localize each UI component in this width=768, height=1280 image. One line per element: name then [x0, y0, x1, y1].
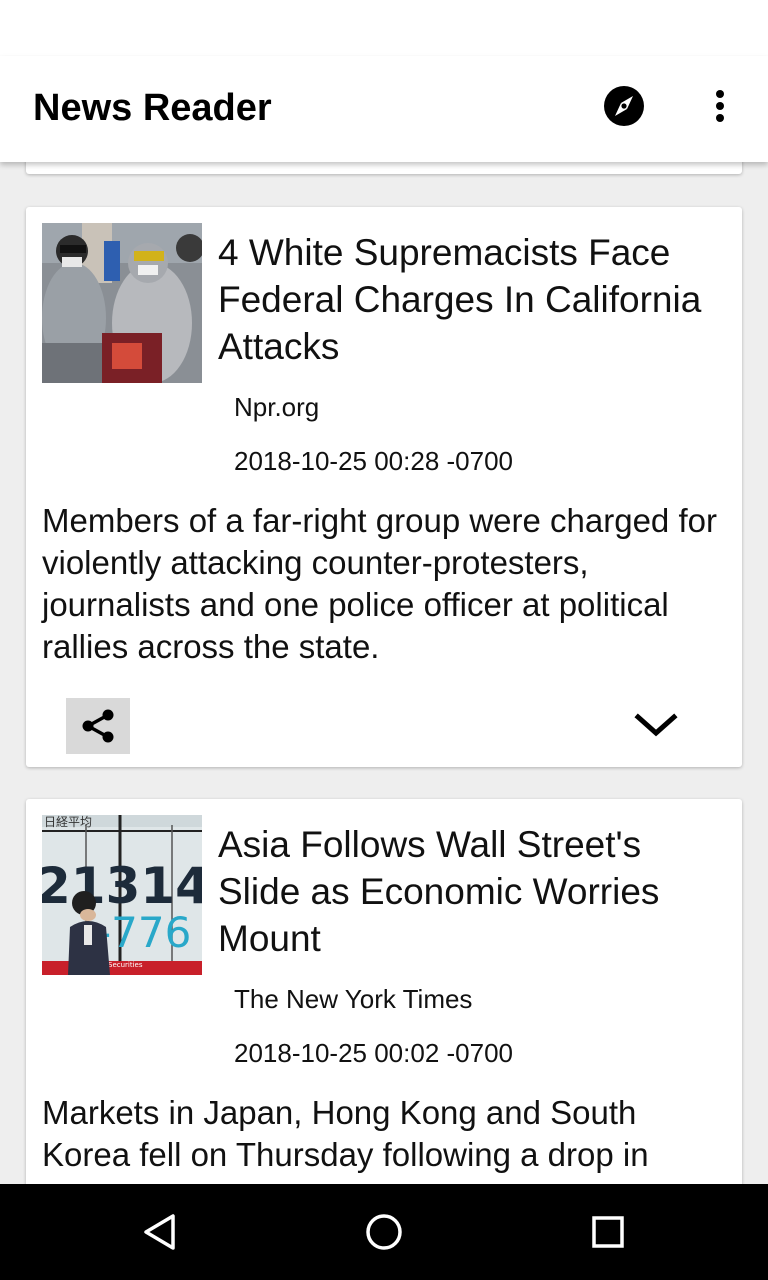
article-source: The New York Times	[234, 984, 473, 1014]
article-thumbnail[interactable]: 日経平均 21314. -776 Securities	[42, 815, 202, 975]
article-headline[interactable]: 4 White Supremacists Face Federal Charge…	[218, 229, 728, 370]
more-vert-icon	[716, 90, 724, 122]
back-triangle-icon	[144, 1214, 175, 1250]
app-title: News Reader	[33, 87, 272, 129]
article-summary: Members of a far-right group were charge…	[42, 502, 717, 665]
share-icon	[82, 709, 114, 743]
stock-board-change-text: -776	[96, 908, 191, 957]
home-circle-icon	[366, 1214, 402, 1250]
overflow-menu-button[interactable]	[696, 82, 744, 130]
article-headline[interactable]: Asia Follows Wall Street's Slide as Econ…	[218, 821, 728, 962]
stock-board-top-text: 日経平均	[44, 815, 92, 829]
share-button[interactable]	[66, 698, 130, 754]
recents-square-icon	[592, 1216, 624, 1248]
stock-board-main-text: 21314.	[42, 857, 202, 915]
status-bar	[0, 0, 768, 56]
article-card[interactable]: 4 White Supremacists Face Federal Charge…	[26, 207, 742, 767]
app-bar: News Reader	[0, 56, 768, 162]
article-thumbnail[interactable]	[42, 223, 202, 383]
compass-icon	[604, 86, 644, 126]
article-date: 2018-10-25 00:28 -0700	[234, 446, 514, 476]
discover-button[interactable]	[600, 82, 648, 130]
article-date: 2018-10-25 00:02 -0700	[234, 1038, 514, 1068]
stock-board-footer-text: Securities	[108, 961, 143, 969]
chevron-down-icon	[634, 713, 678, 737]
system-nav-bar	[0, 1184, 768, 1280]
nav-back-button[interactable]	[136, 1208, 184, 1256]
article-source: Npr.org	[234, 392, 320, 422]
stock-board-image: 日経平均 21314. -776 Securities	[42, 815, 202, 975]
protest-photo-image	[42, 223, 202, 383]
previous-card-edge	[26, 162, 742, 174]
article-summary: Markets in Japan, Hong Kong and South Ko…	[42, 1094, 649, 1173]
news-feed[interactable]: 4 White Supremacists Face Federal Charge…	[0, 162, 768, 1184]
article-card[interactable]: 日経平均 21314. -776 Securities Asia Follows…	[26, 799, 742, 1184]
nav-home-button[interactable]	[360, 1208, 408, 1256]
nav-recents-button[interactable]	[584, 1208, 632, 1256]
expand-button[interactable]	[624, 701, 688, 749]
